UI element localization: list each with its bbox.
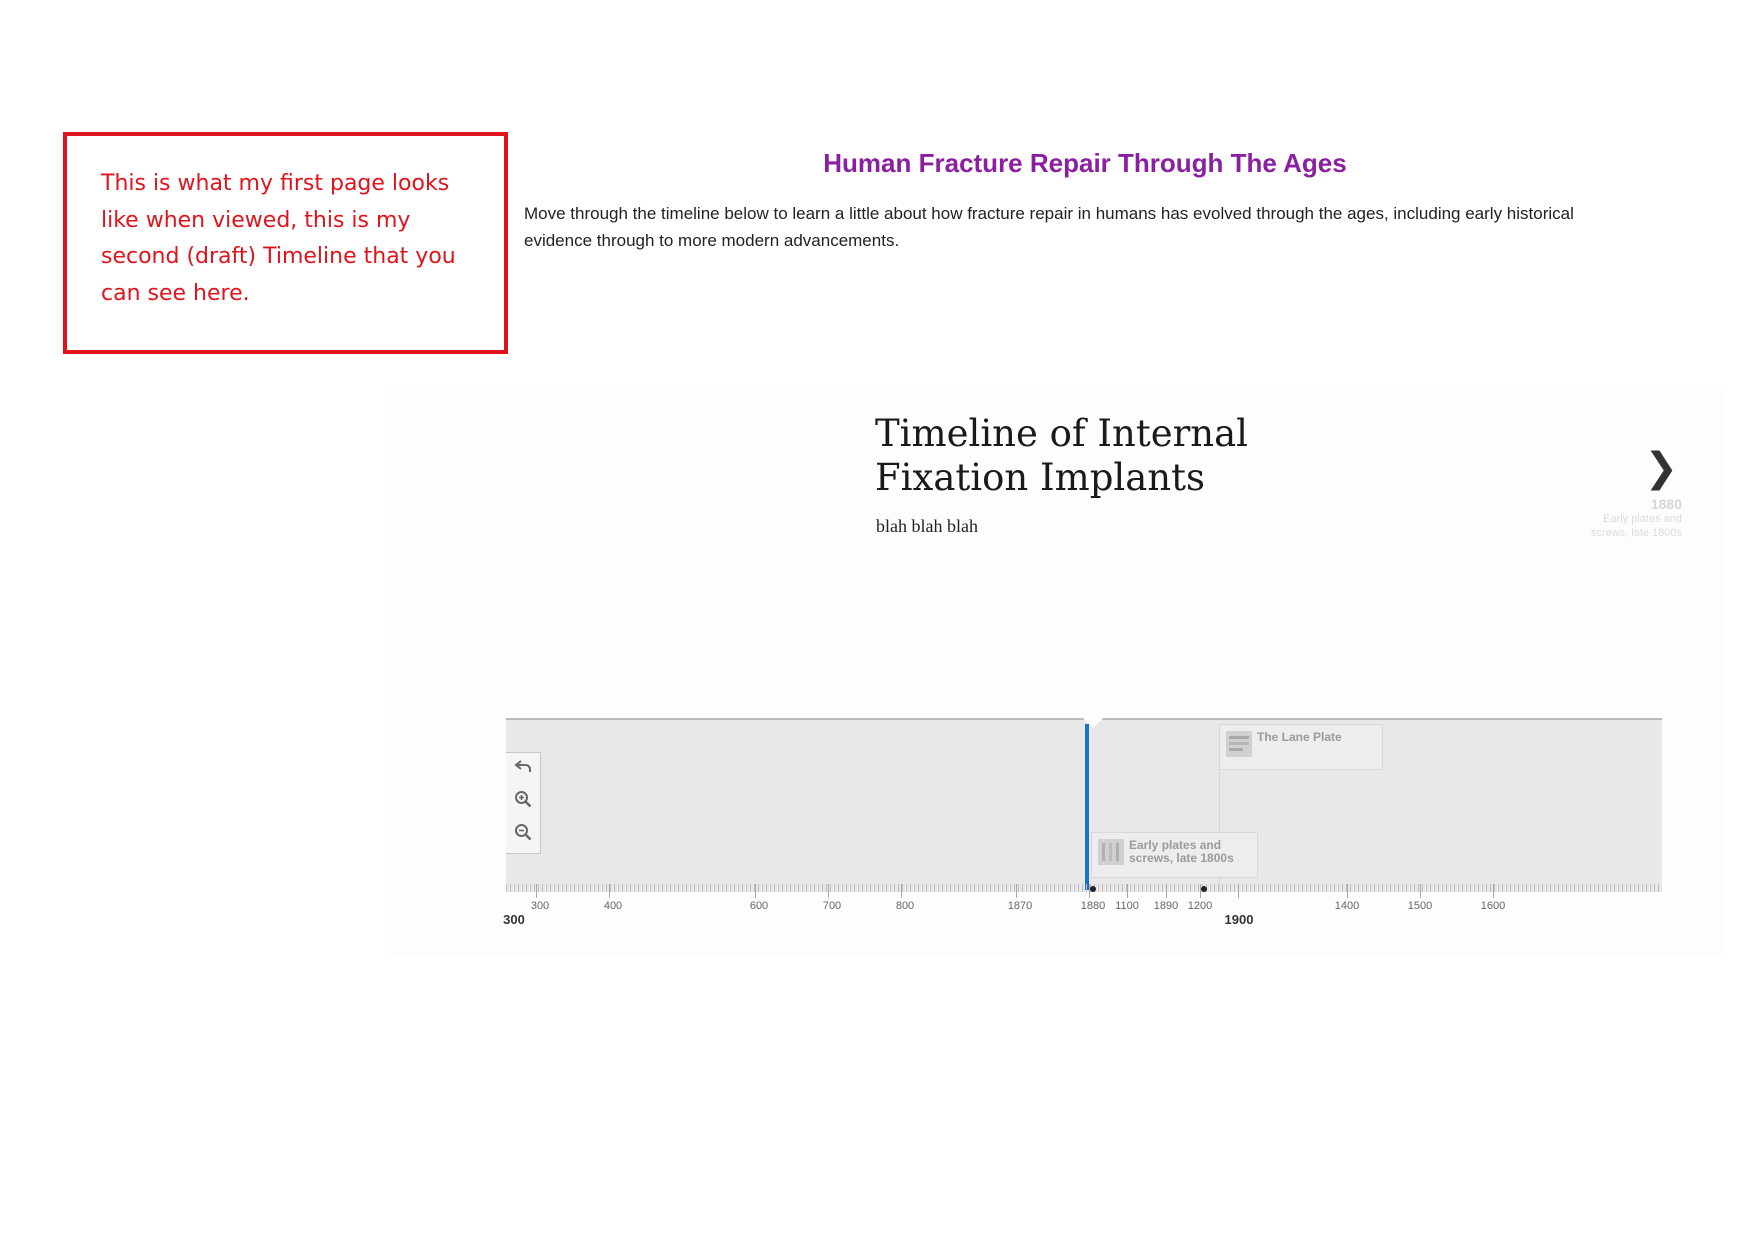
- tick-mark: [1166, 884, 1167, 898]
- ruler-event-dot: [1201, 886, 1207, 892]
- slide-text: blah blah blah: [876, 516, 978, 536]
- tick-mark: [755, 884, 756, 898]
- tick-mark: [828, 884, 829, 898]
- major-tick-label: 1900: [1224, 912, 1254, 927]
- current-marker-line: [1085, 724, 1089, 890]
- flag-label: The Lane Plate: [1257, 730, 1342, 744]
- page-intro: Move through the timeline below to learn…: [524, 204, 1574, 250]
- tick-label: 1200: [1187, 900, 1213, 912]
- annotation-note-text: This is what my first page looks like wh…: [101, 171, 456, 306]
- timeline-flag-early-plates[interactable]: Early plates and screws, late 1800s: [1091, 832, 1258, 878]
- tick-label: 600: [749, 900, 769, 912]
- time-ruler: 300 400 600 700 800 1870 1880 1100 1890 …: [503, 884, 1662, 934]
- tick-label: 1600: [1480, 900, 1506, 912]
- next-slide-button[interactable]: ❯ 1880 Early plates and screws, late 180…: [1591, 445, 1682, 568]
- tick-mark: [1347, 884, 1348, 898]
- tick-label: 400: [603, 900, 623, 912]
- page-title: Human Fracture Repair Through The Ages: [823, 148, 1347, 178]
- next-slide-title: Early plates and screws, late 1800s: [1590, 513, 1682, 539]
- tick-label: 1880: [1080, 900, 1106, 912]
- tick-label: 1870: [1007, 900, 1033, 912]
- tick-label: 800: [895, 900, 915, 912]
- tick-label: 1100: [1115, 900, 1139, 912]
- zoom-controls: [506, 752, 541, 854]
- ruler-event-dot: [1090, 886, 1096, 892]
- zoom-in-icon[interactable]: [506, 786, 540, 819]
- annotation-note: This is what my first page looks like wh…: [63, 132, 508, 354]
- tick-label: 700: [822, 900, 842, 912]
- tick-label: 300: [530, 900, 550, 912]
- tick-mark: [1127, 884, 1128, 898]
- tick-mark: [1016, 884, 1017, 898]
- tick-mark: [609, 884, 610, 898]
- chevron-right-icon: ❯: [1644, 445, 1678, 491]
- flag-label: Early plates and screws, late 1800s: [1129, 838, 1234, 865]
- tick-mark: [1493, 884, 1494, 898]
- zoom-out-icon[interactable]: [506, 819, 540, 852]
- timeline-flag-lane-plate[interactable]: The Lane Plate: [1219, 724, 1383, 770]
- tick-label: 1400: [1334, 900, 1360, 912]
- tick-label: 1890: [1153, 900, 1179, 912]
- major-tick-label: 300: [503, 912, 525, 927]
- timeline-navigator[interactable]: The Lane Plate Early plates and screws, …: [506, 718, 1662, 892]
- flag-thumbnail: [1098, 839, 1124, 865]
- tick-label: 1500: [1407, 900, 1433, 912]
- tick-mark: [1238, 884, 1239, 898]
- ruler-ticks: [506, 884, 1662, 892]
- next-slide-date: 1880: [1650, 496, 1682, 512]
- tick-mark: [1420, 884, 1421, 898]
- tick-mark: [536, 884, 537, 898]
- back-arrow-icon[interactable]: [506, 753, 540, 786]
- tick-mark: [901, 884, 902, 898]
- flag-thumbnail: [1226, 731, 1252, 757]
- slide-title: Timeline of Internal Fixation Implants: [875, 412, 1248, 499]
